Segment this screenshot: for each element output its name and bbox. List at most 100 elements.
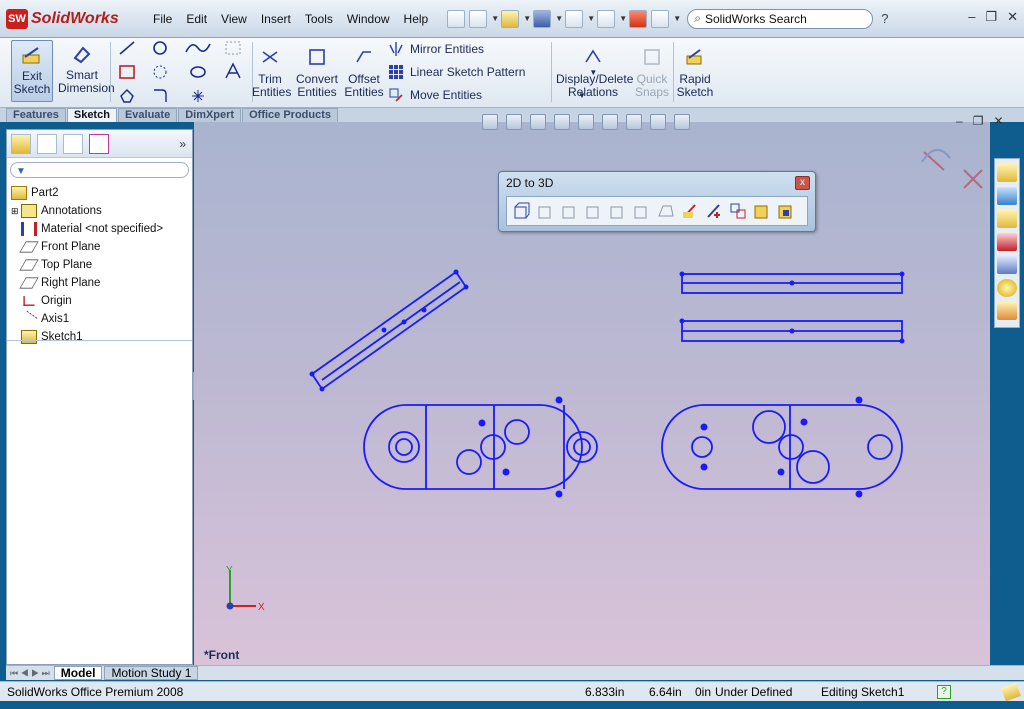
spline-icon[interactable] bbox=[185, 43, 211, 53]
sketch-plate-right[interactable] bbox=[661, 404, 903, 490]
zoom-to-fit-icon[interactable] bbox=[482, 114, 498, 130]
close-button[interactable]: ✕ bbox=[1007, 9, 1018, 25]
menu-edit[interactable]: Edit bbox=[179, 9, 214, 29]
tab-office-products[interactable]: Office Products bbox=[242, 108, 338, 122]
mirror-entities-button[interactable]: Mirror Entities bbox=[388, 41, 484, 57]
circle-icon[interactable] bbox=[153, 41, 167, 55]
appearance-icon[interactable] bbox=[650, 114, 666, 130]
menu-tools[interactable]: Tools bbox=[298, 9, 340, 29]
file-explorer-icon[interactable] bbox=[997, 210, 1017, 228]
chevron-down-icon[interactable]: ▼ bbox=[587, 14, 595, 23]
display-style-icon[interactable] bbox=[602, 114, 618, 130]
new-document-icon[interactable] bbox=[469, 9, 488, 28]
tab-evaluate[interactable]: Evaluate bbox=[117, 108, 178, 122]
tab-features[interactable]: Features bbox=[6, 108, 66, 122]
tree-filter-input[interactable]: ▼ bbox=[10, 162, 189, 178]
tree-item-right-plane[interactable]: Right Plane bbox=[19, 274, 192, 292]
options-icon[interactable] bbox=[651, 9, 670, 28]
configuration-manager-icon[interactable] bbox=[63, 133, 83, 154]
text-icon[interactable] bbox=[225, 62, 241, 79]
restore-button[interactable]: ❐ bbox=[985, 9, 997, 25]
print-icon[interactable] bbox=[565, 9, 584, 28]
left-view-icon[interactable] bbox=[585, 202, 603, 220]
tab-dimxpert[interactable]: DimXpert bbox=[178, 108, 242, 122]
exit-sketch-button[interactable]: Exit Sketch bbox=[11, 40, 53, 102]
rebuild-icon[interactable] bbox=[629, 9, 648, 28]
doc-restore-button[interactable]: ❐ bbox=[973, 114, 984, 128]
tree-item-material[interactable]: Material <not specified> bbox=[21, 220, 192, 238]
tab-motion-study-1[interactable]: Motion Study 1 bbox=[104, 666, 199, 680]
point-icon[interactable] bbox=[192, 90, 204, 102]
chevron-down-icon[interactable]: ▼ bbox=[619, 14, 627, 23]
open-folder-icon[interactable] bbox=[501, 9, 520, 28]
auxiliary-view-icon[interactable] bbox=[657, 202, 675, 220]
menu-insert[interactable]: Insert bbox=[254, 9, 298, 29]
back-view-icon[interactable] bbox=[633, 202, 651, 220]
rectangle-icon[interactable] bbox=[119, 65, 135, 79]
tag-icon[interactable] bbox=[1001, 682, 1021, 701]
home-icon[interactable] bbox=[997, 164, 1017, 182]
sketch-plate-left[interactable] bbox=[363, 404, 598, 490]
quick-snaps-button[interactable]: Quick Snaps bbox=[634, 48, 670, 99]
offset-entities-button[interactable]: Offset Entities bbox=[344, 48, 384, 99]
chevron-down-icon[interactable]: ▼ bbox=[555, 14, 563, 23]
tree-item-sketch1[interactable]: Sketch1 bbox=[21, 328, 192, 346]
centerpoint-arc-icon[interactable] bbox=[153, 65, 167, 79]
cut-icon[interactable] bbox=[777, 202, 795, 220]
trim-entities-button[interactable]: Trim Entities bbox=[252, 48, 291, 99]
front-view-icon[interactable] bbox=[513, 202, 531, 220]
design-library-icon[interactable] bbox=[997, 187, 1017, 205]
undo-icon[interactable] bbox=[597, 9, 616, 28]
tree-item-front-plane[interactable]: Front Plane bbox=[19, 238, 192, 256]
rapid-sketch-button[interactable]: Rapid Sketch bbox=[676, 48, 714, 99]
tab-sketch[interactable]: Sketch bbox=[66, 108, 117, 122]
menu-file[interactable]: File bbox=[146, 9, 179, 29]
menu-help[interactable]: Help bbox=[397, 9, 436, 29]
pin-icon[interactable] bbox=[447, 9, 466, 28]
property-manager-icon[interactable] bbox=[37, 133, 57, 154]
doc-close-button[interactable]: ✕ bbox=[993, 114, 1003, 128]
toolbar-close-button[interactable]: x bbox=[795, 176, 810, 190]
display-delete-relations-button[interactable]: Display/Delete Relations bbox=[556, 48, 633, 99]
ellipse-icon[interactable] bbox=[190, 66, 206, 78]
help-icon[interactable]: ? bbox=[937, 684, 951, 699]
tree-item-top-plane[interactable]: Top Plane bbox=[19, 256, 192, 274]
search-icon[interactable] bbox=[997, 233, 1017, 251]
tab-scroll-icons[interactable]: ⏮ ◀ ▶ ⏭ bbox=[10, 668, 50, 679]
chevron-down-icon[interactable]: ▼ bbox=[523, 14, 531, 23]
dimxpert-manager-icon[interactable] bbox=[89, 133, 109, 154]
tree-item-axis1[interactable]: Axis1 bbox=[20, 310, 192, 328]
tree-item-origin[interactable]: Origin bbox=[21, 292, 192, 310]
minimize-button[interactable]: – bbox=[968, 9, 975, 25]
repair-sketch-icon[interactable] bbox=[705, 202, 723, 220]
save-icon[interactable] bbox=[533, 9, 552, 28]
app-logo[interactable]: SW SolidWorks bbox=[6, 8, 140, 29]
section-view-icon[interactable] bbox=[554, 114, 570, 130]
menu-window[interactable]: Window bbox=[340, 9, 397, 29]
view-palette-icon[interactable] bbox=[997, 256, 1017, 274]
zoom-to-area-icon[interactable] bbox=[506, 114, 522, 130]
2d-to-3d-toolbar[interactable]: 2D to 3D x bbox=[498, 171, 816, 232]
convert-entities-button[interactable]: Convert Entities bbox=[294, 48, 340, 99]
help-icon[interactable]: ? bbox=[881, 11, 888, 26]
fillet-icon[interactable] bbox=[154, 89, 167, 102]
search-field[interactable]: ⌕ SolidWorks Search bbox=[687, 8, 874, 29]
tree-item-annotations[interactable]: ⊞ Annotations bbox=[11, 202, 192, 220]
tree-root[interactable]: Part2 bbox=[11, 184, 192, 202]
grid-icon[interactable] bbox=[225, 41, 241, 55]
hide-show-items-icon[interactable] bbox=[626, 114, 642, 130]
menu-view[interactable]: View bbox=[214, 9, 254, 29]
line-icon[interactable] bbox=[119, 41, 135, 55]
view-settings-icon[interactable] bbox=[674, 114, 690, 130]
custom-properties-icon[interactable] bbox=[997, 302, 1017, 320]
ghost-exit-sketch-icon[interactable] bbox=[921, 149, 983, 189]
top-view-icon[interactable] bbox=[537, 202, 555, 220]
sketch-rotated-bar[interactable] bbox=[310, 270, 468, 391]
polygon-icon[interactable] bbox=[120, 89, 134, 103]
expand-icon[interactable]: » bbox=[179, 137, 186, 151]
align-sketch-icon[interactable] bbox=[729, 202, 747, 220]
smart-dimension-button[interactable]: Smart Dimension bbox=[58, 44, 115, 95]
appearances-icon[interactable] bbox=[997, 279, 1017, 297]
feature-tree-icon[interactable] bbox=[11, 133, 31, 154]
chevron-down-icon[interactable]: ▼ bbox=[673, 14, 681, 23]
